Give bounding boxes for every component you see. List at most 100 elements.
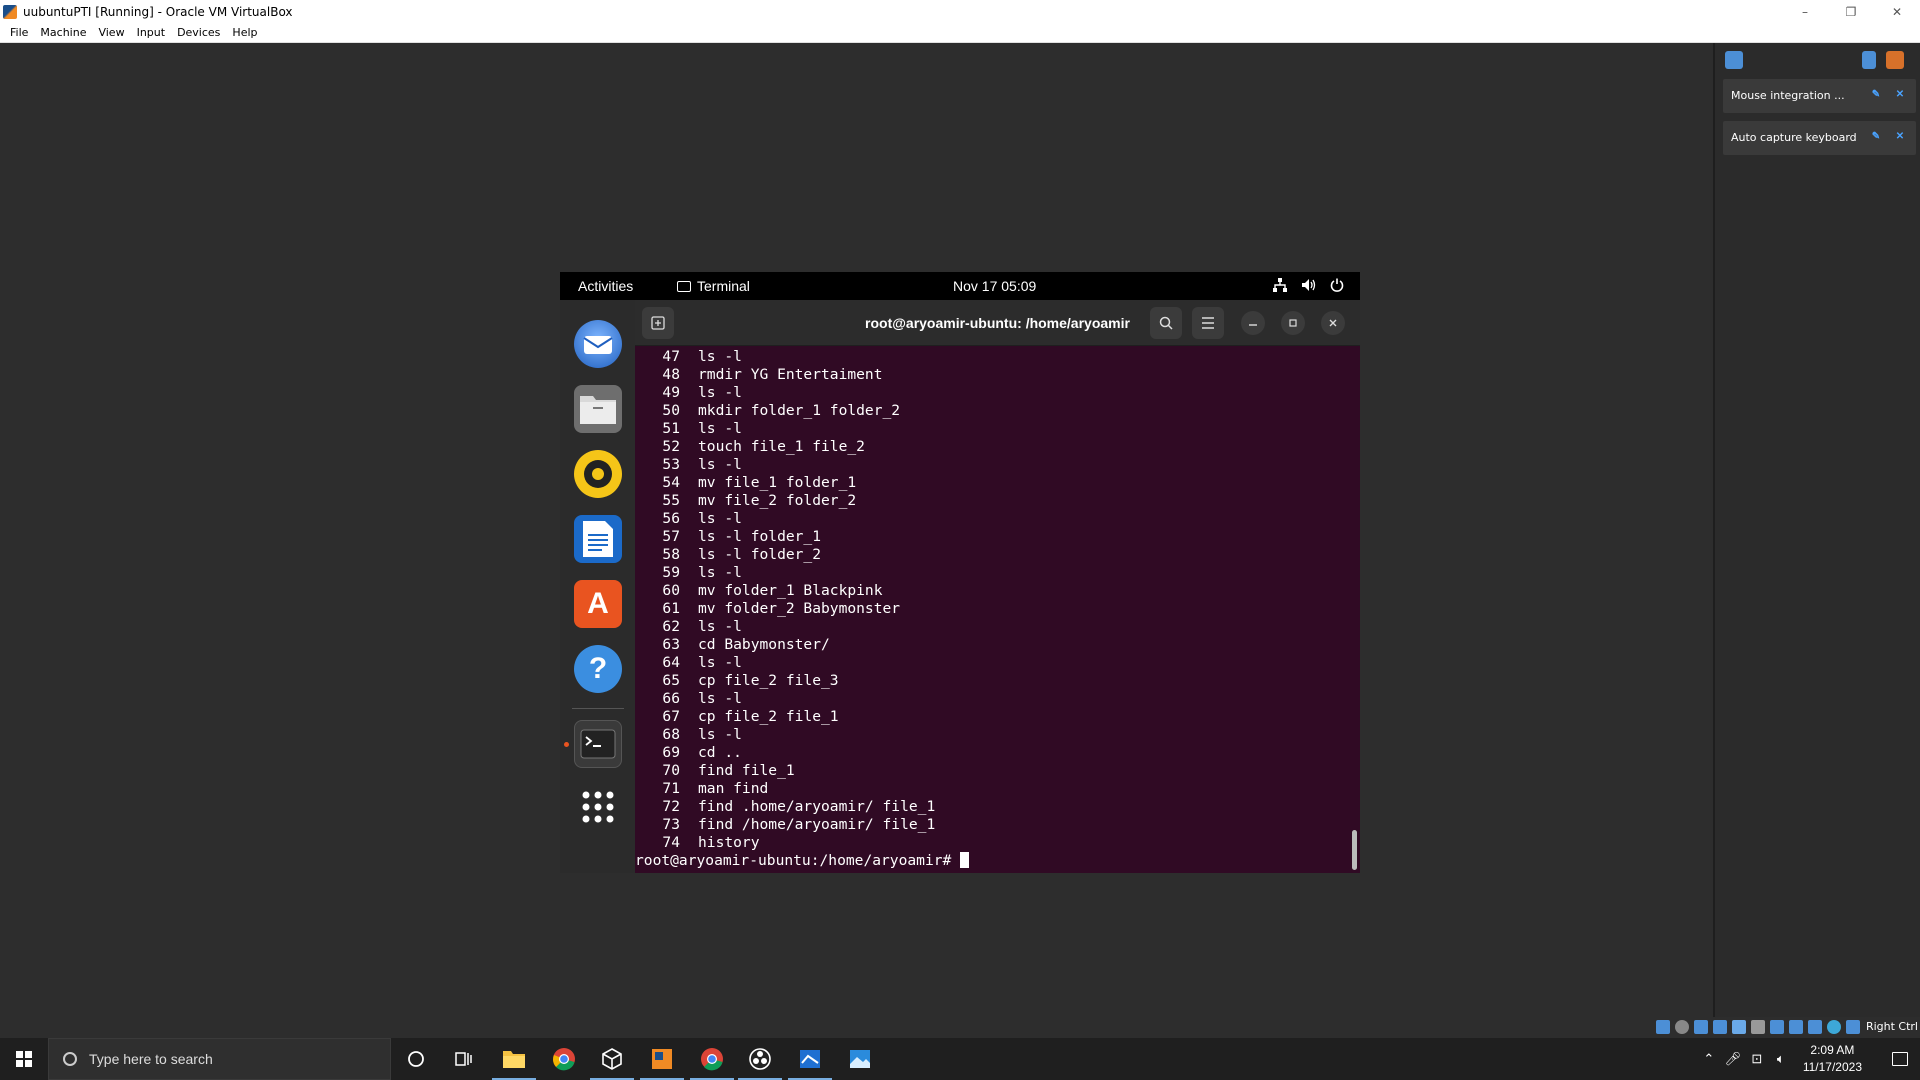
- thunderbird-icon[interactable]: [574, 320, 622, 368]
- speaker-muted-icon[interactable]: 🔈︎: [1771, 1051, 1791, 1067]
- minimize-icon[interactable]: [1241, 311, 1265, 335]
- network-adapter-icon[interactable]: [1713, 1020, 1727, 1034]
- terminal-scrollbar[interactable]: [1352, 830, 1357, 870]
- history-command: cd ..: [698, 744, 742, 761]
- microphone-icon[interactable]: 🎤︎: [1723, 1051, 1743, 1067]
- menu-devices[interactable]: Devices: [177, 26, 220, 39]
- menu-help[interactable]: Help: [232, 26, 257, 39]
- history-command: mkdir folder_1 folder_2: [698, 402, 901, 419]
- app-menu[interactable]: Terminal: [677, 272, 750, 300]
- audio-icon[interactable]: [1694, 1020, 1708, 1034]
- action-center-icon[interactable]: [1880, 1038, 1920, 1080]
- network-icon: [1273, 277, 1287, 295]
- writer-icon[interactable]: [574, 515, 622, 563]
- notice-info-icon[interactable]: ✎: [1869, 130, 1883, 144]
- hard-disk-icon[interactable]: [1656, 1020, 1670, 1034]
- recording-icon[interactable]: [1789, 1020, 1803, 1034]
- obs-icon[interactable]: [745, 1044, 775, 1074]
- taskbar-clock[interactable]: 2:09 AM 11/17/2023: [1803, 1042, 1862, 1076]
- history-line: 57 ls -l folder_1: [635, 528, 821, 546]
- task-view-icon[interactable]: [449, 1044, 479, 1074]
- history-line: 53 ls -l: [635, 456, 742, 474]
- menu-input[interactable]: Input: [137, 26, 165, 39]
- shared-folders-icon[interactable]: [1751, 1020, 1765, 1034]
- menu-view[interactable]: View: [98, 26, 124, 39]
- history-number: 59: [662, 564, 680, 581]
- terminal-app-icon: [677, 280, 691, 292]
- history-line: 70 find file_1: [635, 762, 794, 780]
- history-number: 64: [662, 654, 680, 671]
- taskbar-search-box[interactable]: Type here to search: [48, 1038, 391, 1080]
- history-command: ls -l: [698, 384, 742, 401]
- notice-auto-capture[interactable]: Auto capture keyboard ... ✎ ✕: [1723, 121, 1916, 155]
- menu-file[interactable]: File: [10, 26, 28, 39]
- software-icon[interactable]: A: [574, 580, 622, 628]
- hamburger-menu-icon[interactable]: [1192, 307, 1224, 339]
- history-number: 62: [662, 618, 680, 635]
- chevron-up-icon[interactable]: ⌃: [1699, 1051, 1719, 1067]
- history-command: cp file_2 file_1: [698, 708, 839, 725]
- activities-button[interactable]: Activities: [578, 278, 633, 294]
- history-line: 68 ls -l: [635, 726, 742, 744]
- cortana-icon[interactable]: [401, 1044, 431, 1074]
- windows-taskbar: Type here to search ⌃ 🎤︎ ⊡ 🔈︎ 2:09 AM 11…: [0, 1038, 1920, 1080]
- minimize-button[interactable]: –: [1782, 0, 1828, 23]
- history-line: 63 cd Babymonster/: [635, 636, 829, 654]
- menu-machine[interactable]: Machine: [40, 26, 86, 39]
- start-button[interactable]: [0, 1038, 48, 1080]
- notification-center-icon[interactable]: [1725, 51, 1743, 69]
- history-command: mv folder_2 Babymonster: [698, 600, 901, 617]
- help-icon[interactable]: ?: [574, 645, 622, 693]
- new-tab-button[interactable]: [642, 307, 674, 339]
- close-button[interactable]: ✕: [1874, 0, 1920, 23]
- history-line: 61 mv folder_2 Babymonster: [635, 600, 900, 618]
- virtualbox-taskbar-icon[interactable]: [597, 1044, 627, 1074]
- photos-icon[interactable]: [845, 1044, 875, 1074]
- chrome-icon[interactable]: [549, 1044, 579, 1074]
- notice-mouse-integration[interactable]: Mouse integration ... ✎ ✕: [1723, 79, 1916, 113]
- notice-close-icon[interactable]: ✕: [1893, 88, 1907, 102]
- network-status-icon[interactable]: ⊡: [1747, 1051, 1767, 1067]
- terminal-output[interactable]: 47 ls -l 48 rmdir YG Entertaiment 49 ls -l 50 m…: [635, 346, 1360, 873]
- maximize-icon[interactable]: [1281, 311, 1305, 335]
- history-command: ls -l: [698, 510, 742, 527]
- gnome-clock[interactable]: Nov 17 05:09: [953, 272, 1036, 300]
- app-icon-blue[interactable]: [795, 1044, 825, 1074]
- notice-close-icon[interactable]: ✕: [1893, 130, 1907, 144]
- history-number: 52: [662, 438, 680, 455]
- sort-icon[interactable]: [1862, 51, 1876, 69]
- search-button[interactable]: [1150, 307, 1182, 339]
- usb-icon[interactable]: [1732, 1020, 1746, 1034]
- file-explorer-icon[interactable]: [499, 1044, 529, 1074]
- display-icon[interactable]: [1770, 1020, 1784, 1034]
- terminal-icon[interactable]: [574, 720, 622, 768]
- keyboard-capture-icon[interactable]: [1846, 1020, 1860, 1034]
- vm-display[interactable]: Activities Terminal Nov 17 05:09 A ? roo…: [0, 43, 1713, 1038]
- notice-info-icon[interactable]: ✎: [1869, 88, 1883, 102]
- ubuntu-screen[interactable]: Activities Terminal Nov 17 05:09 A ? roo…: [560, 272, 1360, 873]
- clear-all-icon[interactable]: [1886, 51, 1904, 69]
- close-icon[interactable]: [1321, 311, 1345, 335]
- files-icon[interactable]: [574, 385, 622, 433]
- prompt-line[interactable]: root@aryoamir-ubuntu:/home/aryoamir#: [635, 852, 970, 870]
- show-apps-icon[interactable]: [574, 783, 622, 831]
- clock-date: 11/17/2023: [1802, 1060, 1862, 1074]
- mouse-integration-icon[interactable]: [1827, 1020, 1841, 1034]
- notice-text: Mouse integration ...: [1731, 89, 1845, 102]
- system-tray-area: ⌃ 🎤︎ ⊡ 🔈︎ 2:09 AM 11/17/2023: [1697, 1038, 1920, 1080]
- cpu-icon[interactable]: [1808, 1020, 1822, 1034]
- restore-button[interactable]: ❐: [1828, 0, 1874, 23]
- history-number: 48: [662, 366, 680, 383]
- history-line: 59 ls -l: [635, 564, 742, 582]
- optical-drive-icon[interactable]: [1675, 1020, 1689, 1034]
- terminal-headerbar: root@aryoamir-ubuntu: /home/aryoamir: [635, 300, 1360, 346]
- chrome-profile-icon[interactable]: [697, 1044, 727, 1074]
- history-number: 61: [662, 600, 680, 617]
- rhythmbox-icon[interactable]: [574, 450, 622, 498]
- history-line: 71 man find: [635, 780, 768, 798]
- history-line: 48 rmdir YG Entertaiment: [635, 366, 882, 384]
- vm-taskbar-icon[interactable]: [647, 1044, 677, 1074]
- history-command: ls -l: [698, 420, 742, 437]
- system-tray[interactable]: [1273, 272, 1344, 300]
- history-number: 68: [662, 726, 680, 743]
